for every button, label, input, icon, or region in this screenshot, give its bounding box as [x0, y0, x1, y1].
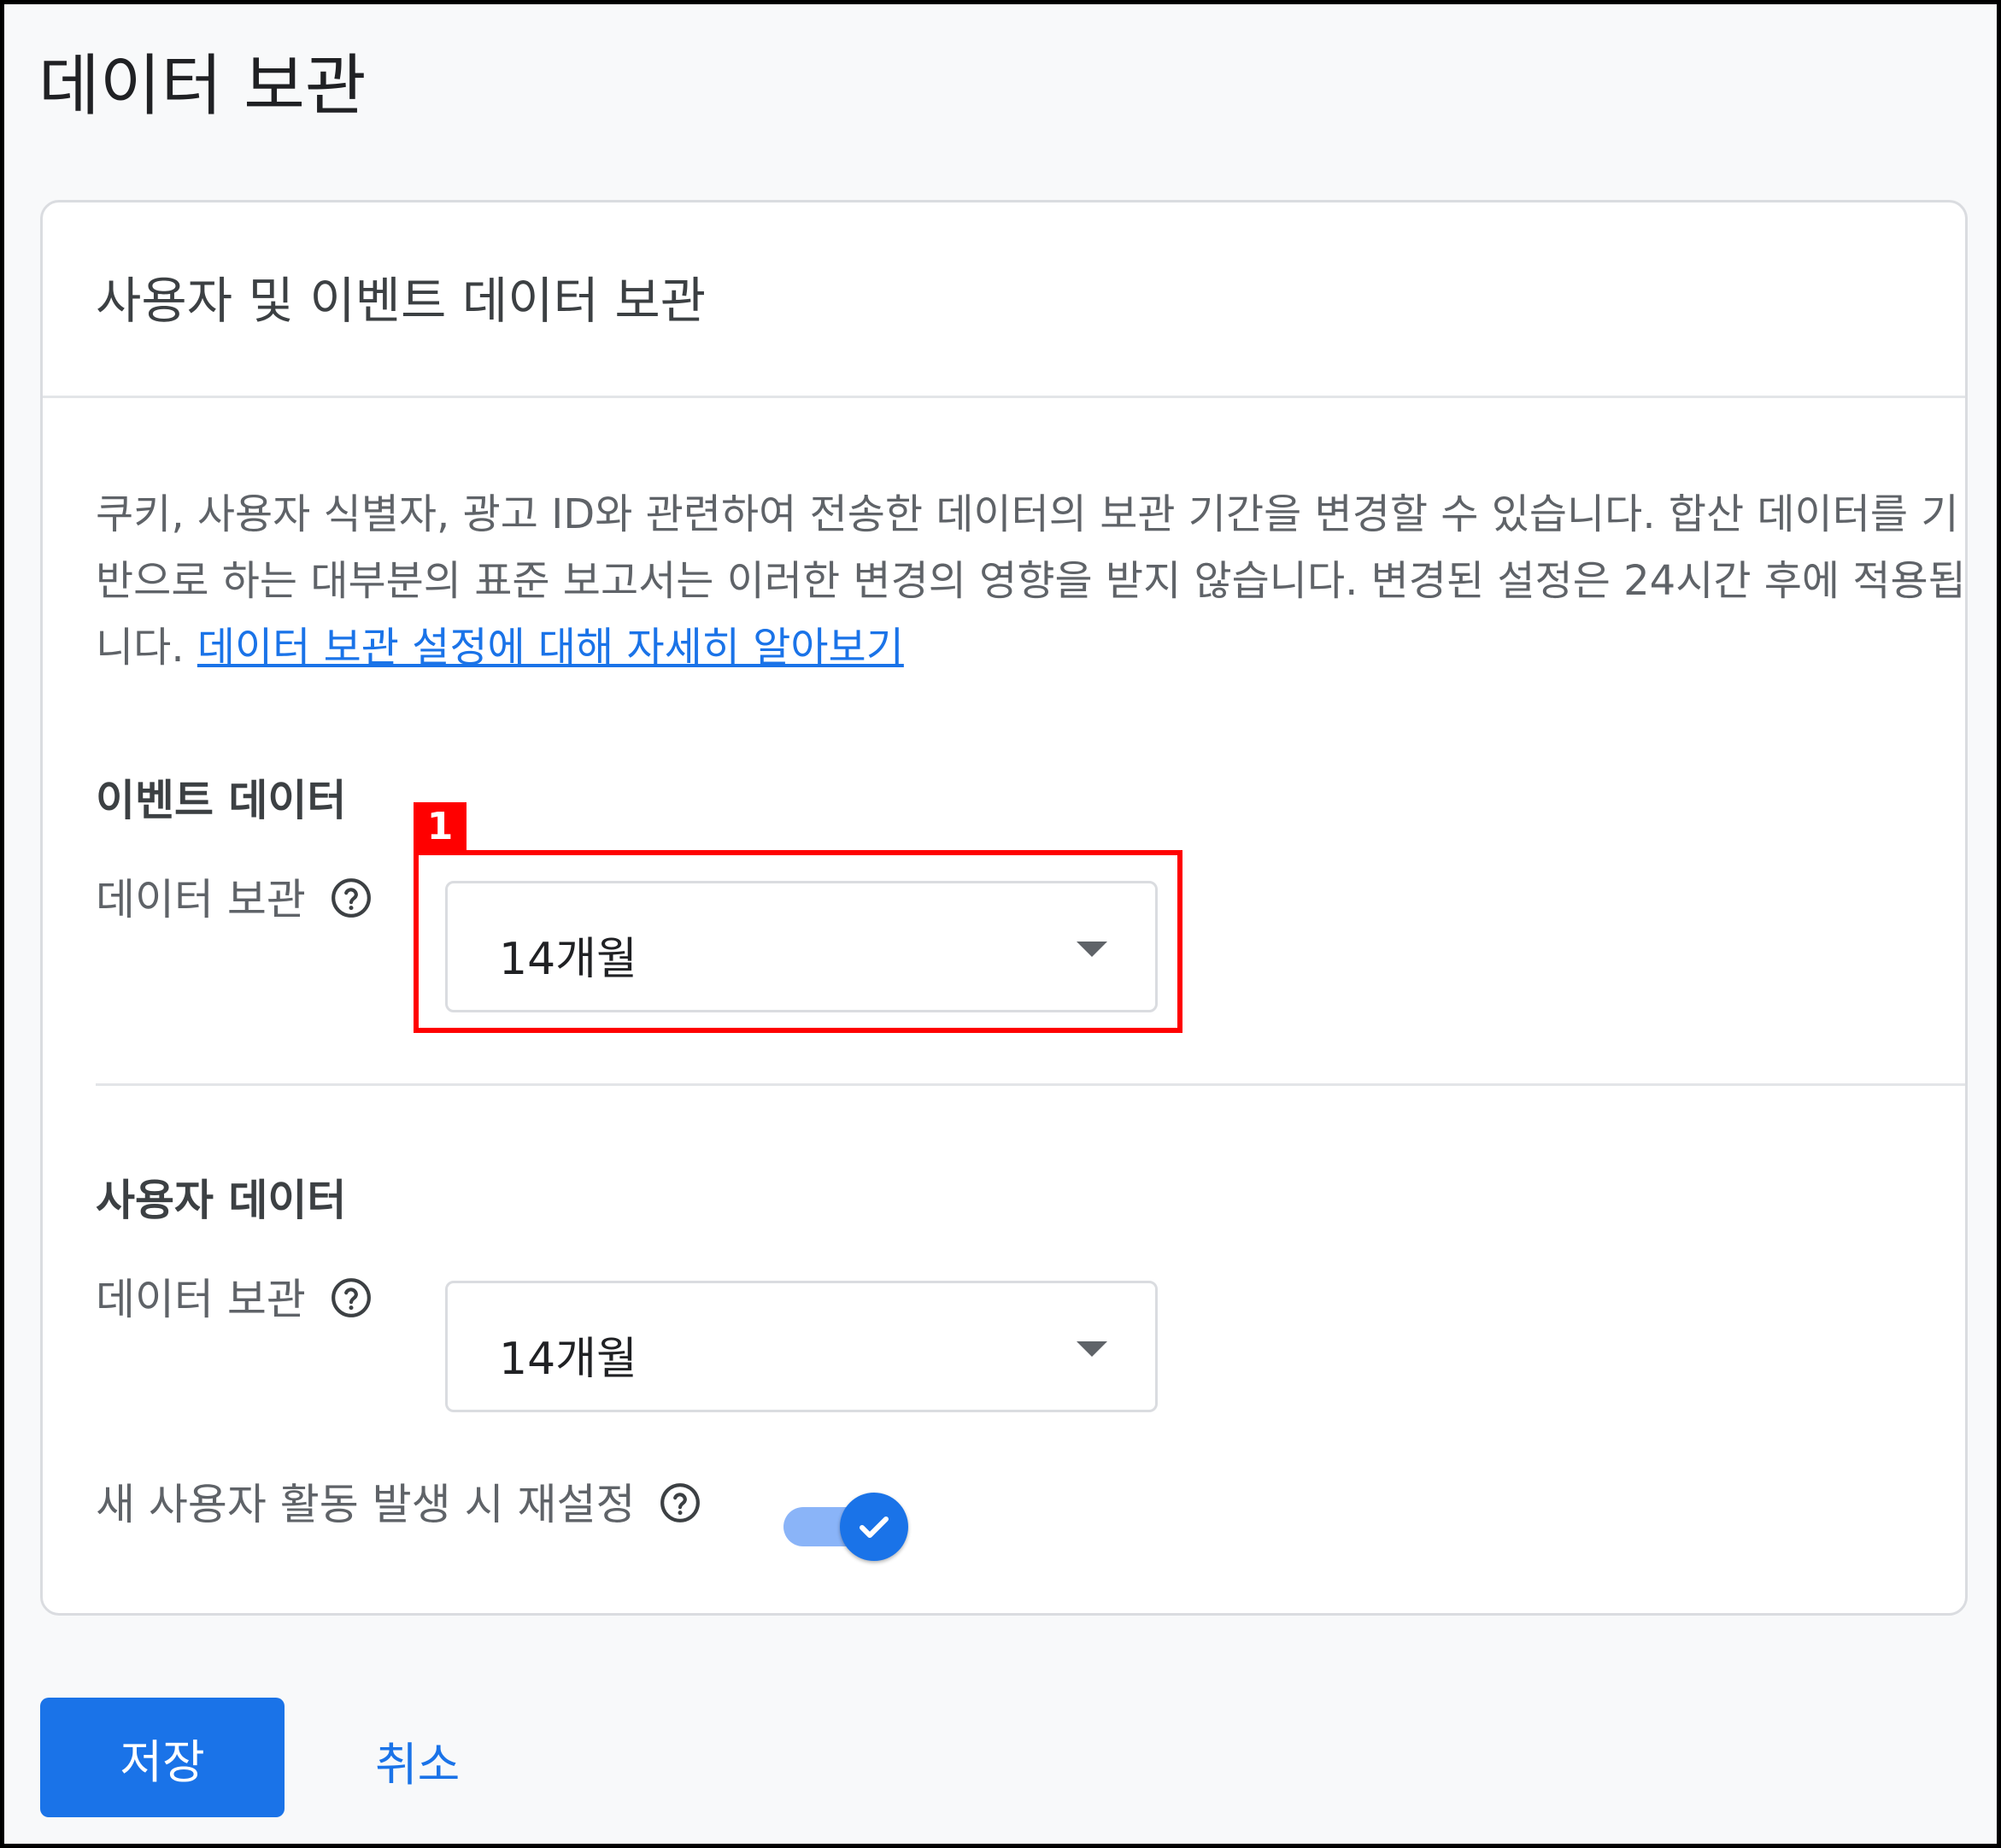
- caret-down-icon: [1077, 1341, 1107, 1357]
- user-retention-value: 14개월: [499, 1334, 637, 1385]
- user-retention-label: 데이터 보관: [96, 1275, 306, 1324]
- user-retention-label-row: 데이터 보관: [96, 1265, 373, 1327]
- cancel-button[interactable]: 취소: [375, 1727, 460, 1794]
- card-title: 사용자 및 이벤트 데이터 보관: [96, 272, 707, 330]
- toggle-thumb: [840, 1493, 908, 1561]
- annotation-highlight-box: [414, 850, 1182, 1033]
- help-circle-icon[interactable]: [330, 1276, 373, 1319]
- save-button[interactable]: 저장: [40, 1698, 285, 1817]
- reset-label-row: 새 사용자 활동 발생 시 재설정: [96, 1470, 701, 1532]
- help-circle-icon[interactable]: [330, 877, 373, 919]
- user-data-section-title: 사용자 데이터: [96, 1176, 347, 1225]
- help-circle-icon[interactable]: [659, 1481, 701, 1524]
- event-data-section-title: 이벤트 데이터: [96, 776, 347, 825]
- description: 쿠키, 사용자 식별자, 광고 ID와 관련하여 전송한 데이터의 보관 기간을…: [96, 481, 1967, 681]
- reset-on-activity-toggle[interactable]: [783, 1493, 910, 1561]
- card-header: 사용자 및 이벤트 데이터 보관: [43, 202, 1965, 398]
- event-retention-label: 데이터 보관: [96, 875, 306, 924]
- event-retention-label-row: 데이터 보관: [96, 865, 373, 927]
- annotation-badge: 1: [414, 802, 467, 850]
- user-retention-select[interactable]: 14개월: [445, 1281, 1158, 1412]
- page-title: 데이터 보관: [38, 48, 367, 125]
- check-icon: [860, 1517, 889, 1538]
- screenshot-frame: 데이터 보관 사용자 및 이벤트 데이터 보관 쿠키, 사용자 식별자, 광고 …: [0, 0, 2001, 1848]
- section-divider: [96, 1083, 1965, 1086]
- reset-on-activity-label: 새 사용자 활동 발생 시 재설정: [96, 1480, 636, 1529]
- learn-more-link[interactable]: 데이터 보관 설정에 대해 자세히 알아보기: [197, 624, 904, 672]
